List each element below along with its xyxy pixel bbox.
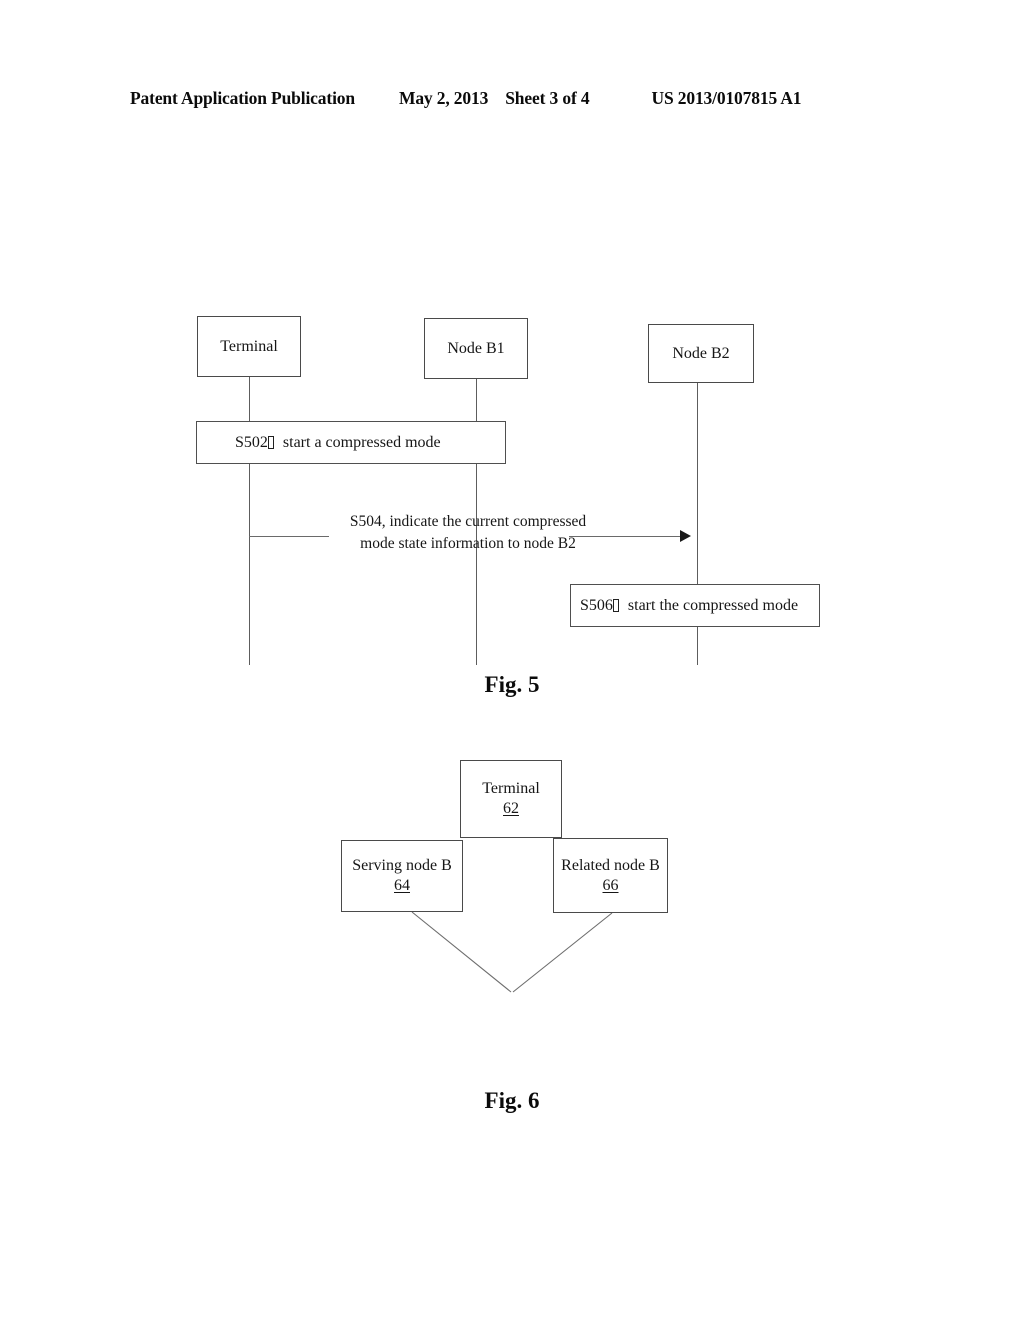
fig5-step-label-s504: S504, indicate the current compressed mo… <box>318 511 618 555</box>
figure-6-caption: Fig. 6 <box>484 1088 540 1113</box>
fig6-block-ref-serving-node-b: 64 <box>394 877 410 894</box>
fig5-lifeline-box-node-b2: Node B2 <box>648 324 754 383</box>
fig5-step-text-s504-line1: S504, indicate the current compressed <box>349 513 587 530</box>
fig6-block-ref-related-node-b: 66 <box>602 876 619 894</box>
fig5-step-arrow-s504: S504, indicate the current compressed mo… <box>240 505 710 567</box>
fig6-block-related-node-b: Related node B 66 <box>553 838 668 913</box>
fig5-step-text-s502: start a compressed mode <box>282 433 441 451</box>
patent-drawing-page: Patent Application Publication May 2, 20… <box>0 0 1024 1320</box>
fig6-block-serving-node-b: Serving node B 64 <box>341 840 463 912</box>
figure-5: Terminal Node B1 Node B2 S502 start a co… <box>0 0 1024 720</box>
fig6-block-terminal: Terminal 62 <box>460 760 562 838</box>
fig5-step-box-s506: S506 start the compressed mode <box>570 584 820 627</box>
fig5-lifeline-label-node-b1: Node B1 <box>447 339 505 357</box>
fig5-lifeline-label-terminal: Terminal <box>220 337 278 355</box>
unknown-glyph-icon <box>267 436 274 449</box>
fig5-step-text-s504-line2: mode state information to node B2 <box>360 535 576 552</box>
fig6-block-label-terminal: Terminal <box>482 780 540 798</box>
fig5-step-box-s502: S502 start a compressed mode <box>196 421 506 464</box>
fig5-step-label-s506: S506 <box>580 596 613 614</box>
fig5-lifeline-label-node-b2: Node B2 <box>672 344 730 362</box>
fig6-block-label-serving-node-b: Serving node B <box>352 857 452 875</box>
fig5-step-text-s506: start the compressed mode <box>627 596 799 614</box>
fig5-step-label-s502: S502 <box>235 433 268 451</box>
fig6-block-ref-terminal: 62 <box>503 800 519 817</box>
fig6-connector-serving-to-terminal <box>411 911 512 993</box>
fig6-connector-related-to-terminal <box>512 912 613 993</box>
fig5-lifeline-box-terminal: Terminal <box>197 316 301 377</box>
figure-5-caption: Fig. 5 <box>484 672 540 697</box>
arrow-head-icon <box>680 530 691 542</box>
fig5-lifeline-box-node-b1: Node B1 <box>424 318 528 379</box>
fig5-arrow-segment-left <box>249 536 329 537</box>
unknown-glyph-icon <box>612 599 619 612</box>
fig6-block-label-related-node-b: Related node B <box>561 856 660 874</box>
